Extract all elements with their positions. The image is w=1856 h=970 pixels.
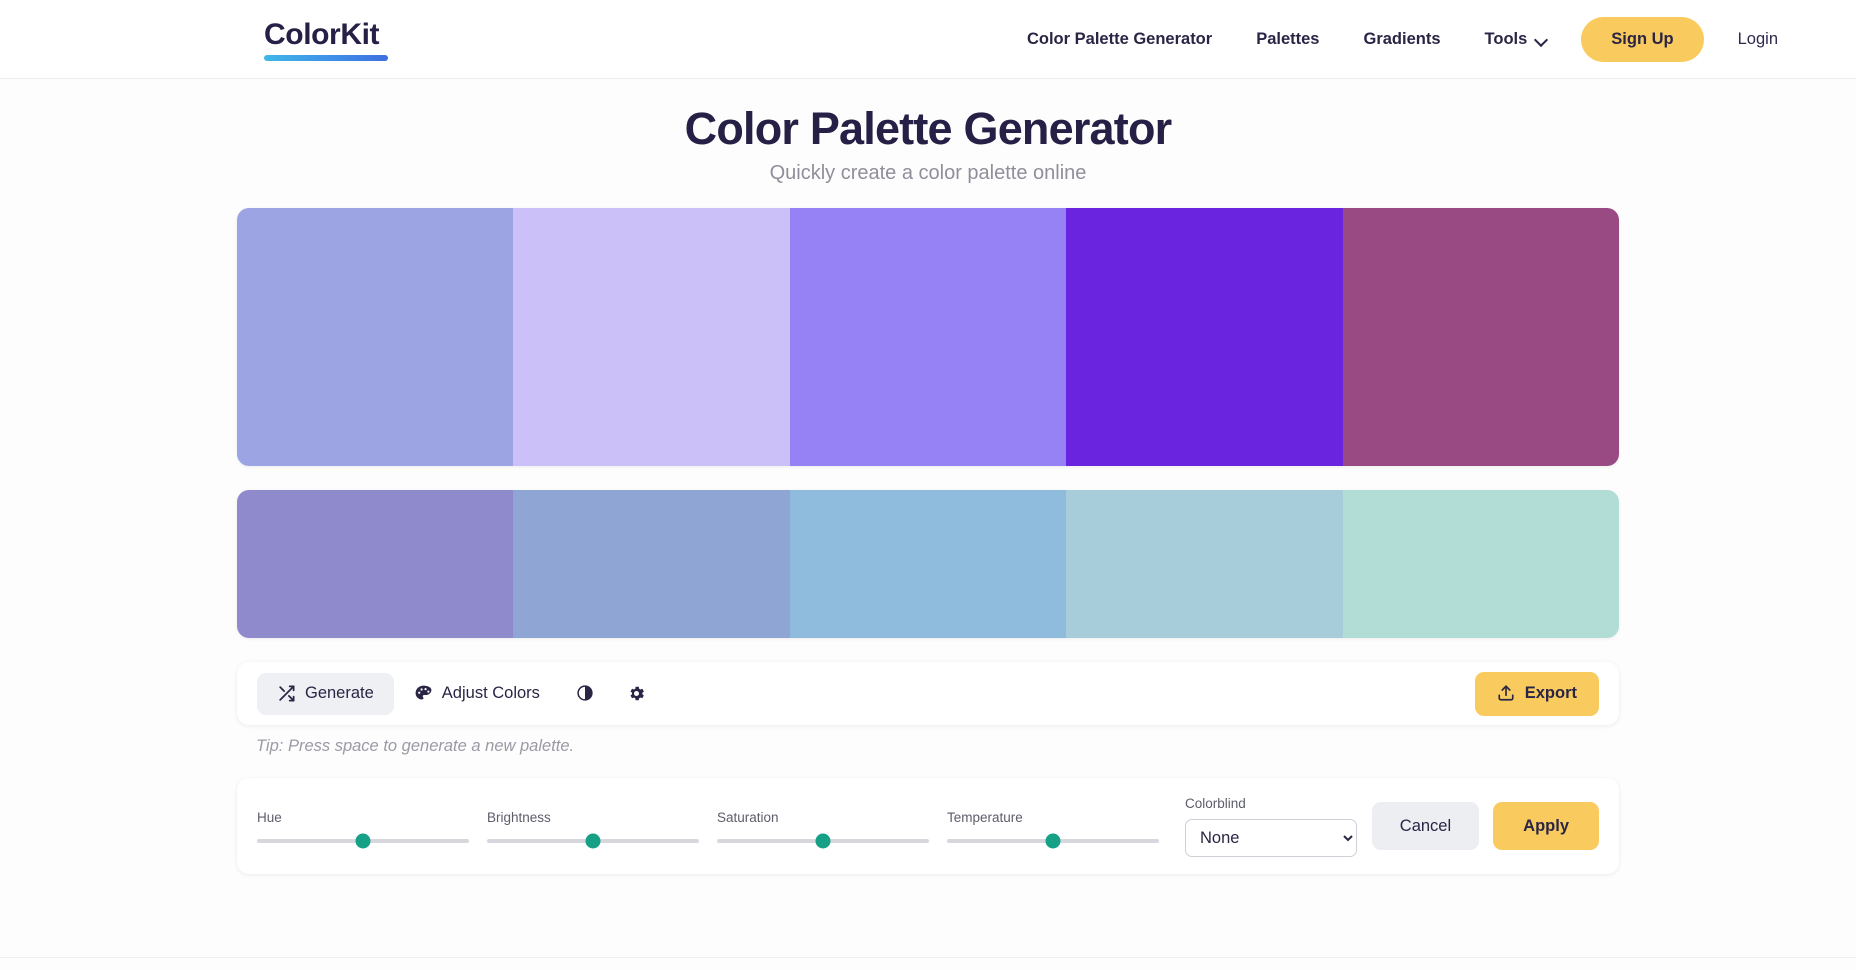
apply-button[interactable]: Apply [1493,802,1599,850]
slider-track[interactable] [257,833,469,848]
contrast-button[interactable] [560,673,611,715]
nav-gradients[interactable]: Gradients [1341,30,1462,49]
slider-saturation: Saturation [717,809,947,848]
nav-tools-label: Tools [1484,30,1528,48]
site-header: ColorKit Color Palette Generator Palette… [0,0,1856,79]
slider-label: Hue [257,809,282,825]
color-swatch[interactable] [789,208,1067,466]
hero: Color Palette Generator Quickly create a… [0,103,1856,185]
color-swatch[interactable] [1066,208,1343,466]
palette-row-secondary [237,490,1619,638]
app-page: ColorKit Color Palette Generator Palette… [0,0,1856,970]
colorblind-select[interactable]: None [1185,818,1357,857]
color-swatch[interactable] [237,208,514,466]
slider-temperature: Temperature [947,809,1177,848]
nav-tools[interactable]: Tools [1463,30,1570,49]
palette-row-primary [237,208,1619,466]
nav-palettes[interactable]: Palettes [1234,30,1341,49]
shuffle-icon [277,684,296,703]
page-title: Color Palette Generator [684,103,1173,154]
colorblind-group: Colorblind None [1177,796,1367,857]
slider-knob[interactable] [1045,833,1061,848]
export-label: Export [1524,684,1577,702]
slider-knob[interactable] [815,833,831,848]
color-swatch[interactable] [237,490,514,638]
generate-button[interactable]: Generate [257,672,394,715]
export-button[interactable]: Export [1474,671,1599,716]
palette-toolbar: Generate Adjust Colors Export [237,662,1619,725]
export-icon [1497,684,1516,703]
slider-brightness: Brightness [487,809,717,848]
page-subtitle: Quickly create a color palette online [769,162,1087,184]
slider-list: Hue Brightness Saturation Temperature [257,809,1177,848]
slider-knob[interactable] [355,833,371,848]
slider-hue: Hue [257,809,487,848]
adjust-colors-label: Adjust Colors [441,684,540,702]
color-swatch[interactable] [1066,490,1343,638]
colorblind-label: Colorblind [1185,795,1246,811]
slider-track[interactable] [717,833,929,848]
adjust-controls-panel: Hue Brightness Saturation Temperature Color… [237,778,1619,874]
main-nav: Color Palette Generator Palettes Gradien… [1005,0,1800,79]
slider-label: Saturation [717,809,779,825]
contrast-icon [576,684,595,703]
slider-track[interactable] [947,833,1159,848]
cancel-button[interactable]: Cancel [1371,802,1480,850]
sign-up-button[interactable]: Sign Up [1581,17,1704,62]
color-swatch[interactable] [513,490,790,638]
logo[interactable]: ColorKit [264,20,388,61]
slider-knob[interactable] [585,833,601,848]
login-link[interactable]: Login [1716,30,1800,49]
gear-icon [627,684,646,703]
adjust-colors-button[interactable]: Adjust Colors [394,673,560,715]
slider-label: Brightness [487,809,551,825]
page-bottom-divider [0,957,1856,958]
generate-label: Generate [305,684,374,702]
slider-track[interactable] [487,833,699,848]
color-swatch[interactable] [513,208,790,466]
palette-icon [414,684,433,703]
chevron-down-icon [1536,34,1547,45]
color-swatch[interactable] [1342,208,1619,466]
logo-text: ColorKit [264,18,380,51]
settings-button[interactable] [611,673,662,715]
logo-underline-gradient [264,55,388,61]
nav-color-palette-generator[interactable]: Color Palette Generator [1005,30,1234,49]
color-swatch[interactable] [1342,490,1619,638]
color-swatch[interactable] [789,490,1067,638]
slider-label: Temperature [947,809,1023,825]
tip-text: Tip: Press space to generate a new palet… [256,737,575,755]
